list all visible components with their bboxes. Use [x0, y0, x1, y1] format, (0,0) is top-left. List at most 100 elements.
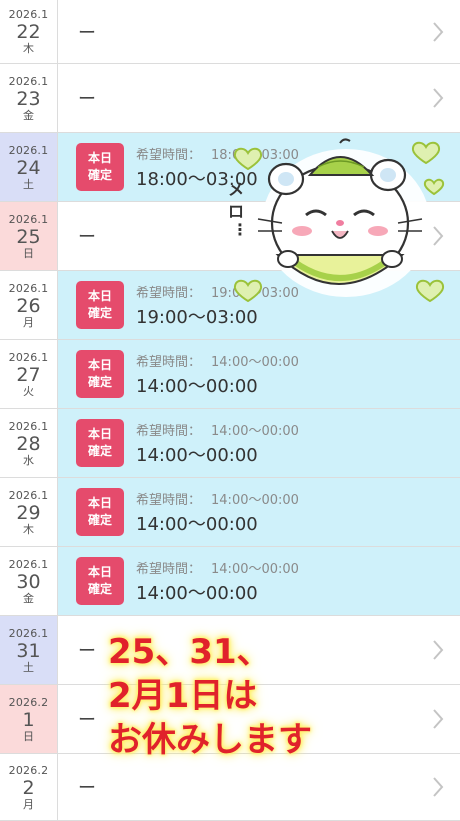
wish-time-label: 希望時間：	[136, 493, 202, 508]
date-year-month: 2026.2	[8, 695, 49, 709]
date-cell: 2026.2 2 月	[0, 754, 58, 820]
chevron-right-icon[interactable]	[432, 87, 444, 109]
schedule-row[interactable]: 2026.1 22 木 ー	[0, 0, 460, 64]
no-shift-dash: ー	[78, 22, 96, 44]
badge-line2: 確定	[87, 444, 112, 458]
date-year-month: 2026.1	[8, 488, 49, 502]
wish-time-value: 14:00〜00:00	[211, 562, 299, 577]
badge-line1: 本日	[87, 151, 112, 165]
shift-time: 14:00〜00:00	[136, 445, 258, 466]
date-year-month: 2026.1	[8, 8, 49, 21]
badge-line2: 確定	[87, 306, 112, 320]
schedule-row[interactable]: 2026.1 23 金 ー	[0, 64, 460, 133]
confirmed-badge: 本日 確定	[76, 488, 124, 536]
date-weekday: 日	[23, 729, 34, 743]
wish-time-value: 14:00〜00:00	[211, 493, 299, 508]
confirmed-badge: 本日 確定	[76, 281, 124, 329]
date-cell: 2026.1 24 土	[0, 133, 58, 201]
badge-line2: 確定	[87, 375, 112, 389]
date-weekday: 月	[23, 315, 34, 329]
wish-time: 希望時間： 14:00〜00:00	[136, 558, 299, 577]
confirmed-badge: 本日 確定	[76, 557, 124, 605]
date-year-month: 2026.1	[8, 74, 49, 88]
badge-line2: 確定	[87, 582, 112, 596]
schedule-row[interactable]: 2026.1 28 水 本日 確定 希望時間： 14:00〜00:00 14:00…	[0, 409, 460, 478]
date-cell: 2026.1 27 火	[0, 340, 58, 408]
date-day: 29	[16, 501, 41, 524]
note-line-2: 2月1日は	[108, 676, 258, 716]
date-day: 30	[16, 570, 41, 593]
date-cell: 2026.1 26 月	[0, 271, 58, 339]
note-line-1: 25、31、	[108, 632, 271, 672]
no-shift-dash: ー	[78, 710, 96, 731]
confirmed-badge: 本日 確定	[76, 350, 124, 398]
wish-time-label: 希望時間：	[136, 148, 202, 163]
date-weekday: 土	[23, 660, 34, 674]
date-year-month: 2026.1	[8, 212, 49, 226]
day-off-note: 25、31、 2月1日は お休みします	[108, 630, 438, 762]
date-weekday: 木	[23, 42, 34, 55]
date-year-month: 2026.1	[8, 626, 49, 640]
confirmed-badge: 本日 確定	[76, 419, 124, 467]
badge-line1: 本日	[87, 496, 112, 510]
date-year-month: 2026.1	[8, 557, 49, 571]
shift-time: 14:00〜00:00	[136, 376, 258, 397]
date-year-month: 2026.1	[8, 350, 49, 364]
badge-line1: 本日	[87, 565, 112, 579]
wish-time-label: 希望時間：	[136, 355, 202, 370]
wish-time: 希望時間： 14:00〜00:00	[136, 420, 299, 439]
date-cell: 2026.1 22 木	[0, 0, 58, 63]
no-shift-dash: ー	[78, 641, 96, 662]
date-year-month: 2026.1	[8, 143, 49, 157]
date-cell: 2026.1 31 土	[0, 616, 58, 684]
no-shift-dash: ー	[78, 227, 96, 248]
confirmed-badge: 本日 確定	[76, 143, 124, 191]
date-weekday: 火	[23, 384, 34, 398]
schedule-row[interactable]: 2026.1 27 火 本日 確定 希望時間： 14:00〜00:00 14:00…	[0, 340, 460, 409]
date-weekday: 水	[23, 453, 34, 467]
date-year-month: 2026.1	[8, 281, 49, 295]
hamster-eating-melon-sticker-icon: メ ロ ⋮	[228, 138, 445, 303]
date-day: 23	[16, 87, 41, 110]
date-cell: 2026.1 30 金	[0, 547, 58, 615]
date-day: 2	[22, 776, 35, 799]
date-day: 1	[22, 708, 35, 731]
note-line-3: お休みします	[108, 720, 312, 760]
schedule-row[interactable]: 2026.2 2 月 ー	[0, 754, 460, 821]
schedule-row[interactable]: 2026.1 29 木 本日 確定 希望時間： 14:00〜00:00 14:00…	[0, 478, 460, 547]
badge-line2: 確定	[87, 513, 112, 527]
date-weekday: 土	[23, 177, 34, 191]
wish-time-label: 希望時間：	[136, 562, 202, 577]
sticker-side-text: メ ロ ⋮	[228, 180, 250, 239]
badge-line1: 本日	[87, 358, 112, 372]
wish-time-label: 希望時間：	[136, 286, 202, 301]
date-cell: 2026.1 25 日	[0, 202, 58, 270]
schedule-row[interactable]: 2026.1 30 金 本日 確定 希望時間： 14:00〜00:00 14:00…	[0, 547, 460, 616]
date-weekday: 金	[23, 591, 34, 605]
wish-time: 希望時間： 14:00〜00:00	[136, 489, 299, 508]
date-weekday: 木	[23, 522, 34, 536]
wish-time-label: 希望時間：	[136, 424, 202, 439]
date-day: 22	[16, 21, 41, 43]
wish-time-value: 14:00〜00:00	[211, 355, 299, 370]
chevron-right-icon[interactable]	[432, 21, 444, 43]
badge-line1: 本日	[87, 289, 112, 303]
date-year-month: 2026.1	[8, 419, 49, 433]
date-cell: 2026.1 29 木	[0, 478, 58, 546]
badge-line2: 確定	[87, 168, 112, 182]
wish-time-value: 14:00〜00:00	[211, 424, 299, 439]
date-day: 24	[16, 156, 41, 179]
chevron-right-icon[interactable]	[432, 776, 444, 798]
date-weekday: 金	[23, 108, 34, 122]
shift-time: 14:00〜00:00	[136, 583, 258, 604]
date-day: 28	[16, 432, 41, 455]
date-cell: 2026.1 23 金	[0, 64, 58, 132]
shift-time: 14:00〜00:00	[136, 514, 258, 535]
date-day: 27	[16, 363, 41, 386]
no-shift-dash: ー	[78, 778, 96, 799]
no-shift-dash: ー	[78, 89, 96, 110]
badge-line1: 本日	[87, 427, 112, 441]
date-year-month: 2026.2	[8, 763, 49, 777]
date-weekday: 日	[23, 246, 34, 260]
date-cell: 2026.1 28 水	[0, 409, 58, 477]
